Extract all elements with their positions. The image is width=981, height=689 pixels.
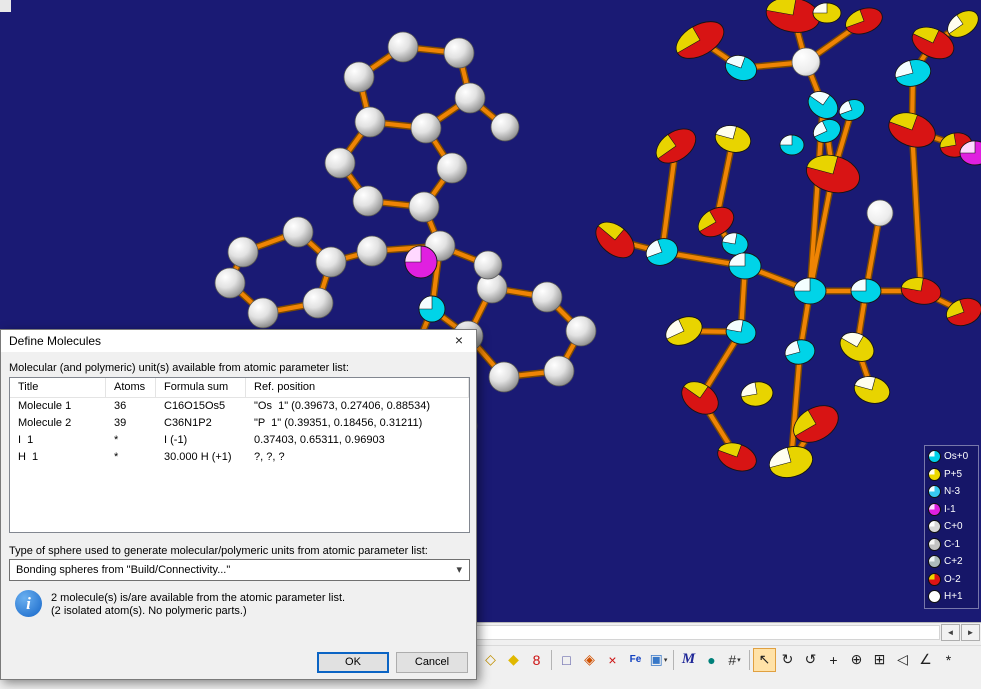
- atom-type-icon: [928, 485, 941, 498]
- unit-cell-icon[interactable]: □: [555, 648, 578, 672]
- rotate-z-mode-icon[interactable]: ⊕: [845, 648, 868, 672]
- measure-angle-icon[interactable]: ∠: [914, 648, 937, 672]
- legend-item-i1[interactable]: I-1: [928, 501, 975, 519]
- cut-fragment-icon[interactable]: ×: [601, 648, 624, 672]
- sphere-type-label: Type of sphere used to generate molecula…: [9, 545, 428, 557]
- atom-type-icon: [928, 538, 941, 551]
- picture-mode-icon[interactable]: ▣▾: [647, 648, 670, 672]
- table-row[interactable]: Molecule 136C16O15Os5"Os 1" (0.39673, 0.…: [10, 398, 469, 415]
- chevron-down-icon[interactable]: ▾: [456, 563, 462, 576]
- legend-item-n3[interactable]: N-3: [928, 483, 975, 501]
- chevron-down-icon[interactable]: ▾: [737, 656, 741, 664]
- lattice-grid-icon[interactable]: #▾: [723, 648, 746, 672]
- toolbar-separator: [551, 650, 552, 670]
- legend-item-o2[interactable]: O-2: [928, 571, 975, 589]
- atom-type-label: I-1: [944, 503, 956, 516]
- legend-item-c0[interactable]: C+0: [928, 518, 975, 536]
- toolbar-separator: [749, 650, 750, 670]
- sphere-type-combobox[interactable]: Bonding spheres from "Build/Connectivity…: [9, 559, 470, 581]
- atom-type-label: Os+0: [944, 450, 968, 463]
- combobox-value: Bonding spheres from "Build/Connectivity…: [16, 564, 230, 576]
- info-text-line2: (2 isolated atom(s). No polymeric parts.…: [51, 605, 247, 617]
- legend-item-c1[interactable]: C-1: [928, 536, 975, 554]
- window-corner: [0, 0, 11, 12]
- spin-mode-icon[interactable]: ↺: [799, 648, 822, 672]
- atom-type-icon: [928, 503, 941, 516]
- grow-cluster-icon[interactable]: ◈: [578, 648, 601, 672]
- zoom-mode-icon[interactable]: ⊞: [868, 648, 891, 672]
- scroll-left-button[interactable]: ◄: [941, 624, 960, 641]
- space-filling-icon[interactable]: ●: [700, 648, 723, 672]
- atom-type-icon: [928, 520, 941, 533]
- column-refpos[interactable]: Ref. position: [246, 378, 469, 397]
- molecule-table[interactable]: Title Atoms Formula sum Ref. position Mo…: [9, 377, 470, 533]
- atom-type-icon: [928, 468, 941, 481]
- table-row[interactable]: H 1*30.000 H (+1)?, ?, ?: [10, 449, 469, 466]
- ok-button[interactable]: OK: [317, 652, 389, 673]
- column-title[interactable]: Title: [10, 378, 106, 397]
- dialog-titlebar[interactable]: Define Molecules ×: [1, 330, 476, 352]
- atom-type-label: C+2: [944, 555, 963, 568]
- units-list-label: Molecular (and polymeric) unit(s) availa…: [9, 362, 349, 374]
- rotate-mode-icon[interactable]: ↻: [776, 648, 799, 672]
- column-formula[interactable]: Formula sum: [156, 378, 246, 397]
- info-text-line1: 2 molecule(s) is/are available from the …: [51, 592, 345, 604]
- atom-type-icon: [928, 450, 941, 463]
- molecule-mode-icon[interactable]: M: [677, 648, 700, 672]
- polyhedra-open-icon[interactable]: ◇: [479, 648, 502, 672]
- viewing-direction-icon[interactable]: ◁: [891, 648, 914, 672]
- atom-type-label: H+1: [944, 590, 963, 603]
- atom-type-label: C-1: [944, 538, 960, 551]
- molecule-table-rows: Molecule 136C16O15Os5"Os 1" (0.39673, 0.…: [10, 398, 469, 466]
- cancel-button[interactable]: Cancel: [396, 652, 468, 673]
- atom-type-label: C+0: [944, 520, 963, 533]
- atom-type-icon: [928, 573, 941, 586]
- tracking-icon[interactable]: *: [937, 648, 960, 672]
- bonding-spheres-icon[interactable]: 8: [525, 648, 548, 672]
- chevron-down-icon[interactable]: ▾: [664, 656, 668, 664]
- polyhedra-filled-icon[interactable]: ◆: [502, 648, 525, 672]
- legend-panel: Os+0 P+5 N-3 I-1 C+0 C-1 C+2 O-2 H+1: [924, 445, 979, 609]
- close-icon[interactable]: ×: [442, 330, 476, 352]
- legend-item-os0[interactable]: Os+0: [928, 448, 975, 466]
- table-row[interactable]: Molecule 239C36N1P2"P 1" (0.39351, 0.184…: [10, 415, 469, 432]
- legend-item-h1[interactable]: H+1: [928, 588, 975, 606]
- atom-type-icon: [928, 555, 941, 568]
- scroll-right-button[interactable]: ►: [961, 624, 980, 641]
- atom-type-label: O-2: [944, 573, 961, 586]
- add-atom-icon[interactable]: Fe: [624, 648, 647, 672]
- legend-item-c2[interactable]: C+2: [928, 553, 975, 571]
- define-molecules-dialog: Define Molecules × Molecular (and polyme…: [0, 329, 477, 680]
- atom-type-label: P+5: [944, 468, 962, 481]
- dialog-title: Define Molecules: [9, 334, 101, 348]
- molecule-table-header: Title Atoms Formula sum Ref. position: [10, 378, 469, 398]
- table-row[interactable]: I 1*I (-1)0.37403, 0.65311, 0.96903: [10, 432, 469, 449]
- info-icon: i: [15, 590, 42, 617]
- select-mode-icon[interactable]: ↖: [753, 648, 776, 672]
- legend-item-p5[interactable]: P+5: [928, 466, 975, 484]
- atom-type-icon: [928, 590, 941, 603]
- atom-type-label: N-3: [944, 485, 960, 498]
- translate-mode-icon[interactable]: +: [822, 648, 845, 672]
- column-atoms[interactable]: Atoms: [106, 378, 156, 397]
- toolbar-separator: [673, 650, 674, 670]
